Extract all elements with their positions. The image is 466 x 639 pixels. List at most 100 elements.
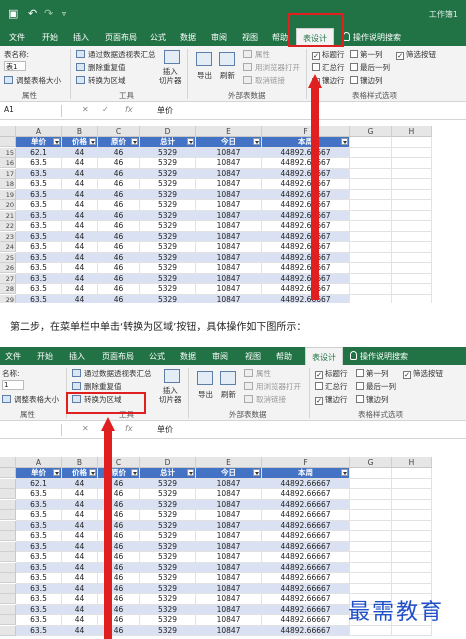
empty-cell[interactable]	[392, 210, 432, 221]
open-in-browser-button[interactable]: 用浏览器打开	[243, 62, 300, 73]
table-cell[interactable]: 44	[62, 489, 98, 500]
table-cell[interactable]: 44892.66667	[262, 520, 350, 531]
empty-cell[interactable]	[392, 552, 432, 563]
table-cell[interactable]: 46	[98, 200, 140, 211]
table-cell[interactable]: 5329	[140, 510, 196, 521]
empty-cell[interactable]	[350, 562, 392, 573]
table-name-input[interactable]: 1	[2, 380, 24, 390]
table-cell[interactable]: 44	[62, 168, 98, 179]
total-row-checkbox[interactable]: 汇总行	[315, 381, 348, 392]
table-cell[interactable]: 44892.66667	[262, 489, 350, 500]
table-header-cell[interactable]: 价格	[62, 468, 98, 479]
empty-cell[interactable]	[350, 189, 392, 200]
row-header[interactable]	[0, 625, 16, 636]
table-cell[interactable]: 62.1	[16, 478, 62, 489]
table-cell[interactable]: 44	[62, 221, 98, 232]
table-cell[interactable]: 5329	[140, 594, 196, 605]
insert-slicer-button[interactable]: 插入 切片器	[159, 67, 182, 85]
table-cell[interactable]: 63.5	[16, 510, 62, 521]
empty-cell[interactable]	[350, 284, 392, 295]
table-cell[interactable]: 63.5	[16, 541, 62, 552]
empty-cell[interactable]	[392, 189, 432, 200]
column-header[interactable]: C	[98, 126, 140, 137]
row-header[interactable]: 29	[0, 294, 16, 303]
empty-cell[interactable]	[350, 242, 392, 253]
table-cell[interactable]: 46	[98, 263, 140, 274]
table-cell[interactable]: 5329	[140, 147, 196, 158]
empty-cell[interactable]	[392, 231, 432, 242]
table-cell[interactable]: 44	[62, 604, 98, 615]
table-cell[interactable]: 44	[62, 179, 98, 190]
empty-cell[interactable]	[392, 531, 432, 542]
tab-home[interactable]: 开始	[37, 351, 53, 362]
table-cell[interactable]: 44	[62, 210, 98, 221]
tab-data[interactable]: 数据	[180, 32, 196, 43]
column-header[interactable]: H	[392, 457, 432, 468]
empty-cell[interactable]	[350, 231, 392, 242]
table-cell[interactable]: 63.5	[16, 531, 62, 542]
name-box[interactable]	[0, 424, 62, 436]
table-cell[interactable]: 44	[62, 284, 98, 295]
filter-dropdown-icon[interactable]	[131, 138, 138, 145]
table-cell[interactable]: 63.5	[16, 284, 62, 295]
worksheet-grid[interactable]: A B C D E F G H 单价 价格 原价 总计 今日 本周 15 62.1 44 46 5329 10847 4…	[0, 126, 466, 303]
insert-slicer-button[interactable]: 插入 切片器	[159, 386, 182, 404]
column-header[interactable]: A	[16, 126, 62, 137]
refresh-button[interactable]: 刷新	[220, 70, 235, 81]
row-header[interactable]	[0, 520, 16, 531]
table-cell[interactable]: 5329	[140, 489, 196, 500]
table-header-cell[interactable]: 今日	[196, 137, 262, 148]
formula-value[interactable]: 单价	[157, 424, 173, 435]
table-cell[interactable]: 63.5	[16, 168, 62, 179]
row-header[interactable]: 22	[0, 221, 16, 231]
table-cell[interactable]: 5329	[140, 531, 196, 542]
column-header[interactable]: B	[62, 457, 98, 468]
export-button[interactable]: 导出	[197, 70, 212, 81]
column-header[interactable]: E	[196, 126, 262, 137]
table-cell[interactable]: 44892.66667	[262, 263, 350, 274]
empty-cell[interactable]	[350, 583, 392, 594]
table-cell[interactable]: 10847	[196, 531, 262, 542]
table-cell[interactable]: 44892.66667	[262, 510, 350, 521]
table-cell[interactable]: 44	[62, 147, 98, 158]
table-cell[interactable]: 44892.66667	[262, 531, 350, 542]
table-cell[interactable]: 44892.66667	[262, 573, 350, 584]
empty-cell[interactable]	[350, 510, 392, 521]
empty-cell[interactable]	[392, 625, 432, 636]
table-cell[interactable]: 44892.66667	[262, 189, 350, 200]
table-cell[interactable]: 5329	[140, 541, 196, 552]
row-header[interactable]	[0, 137, 16, 147]
table-header-cell[interactable]: 原价	[98, 137, 140, 148]
table-cell[interactable]: 63.5	[16, 615, 62, 626]
table-header-cell[interactable]: 价格	[62, 137, 98, 148]
table-cell[interactable]: 10847	[196, 158, 262, 169]
table-cell[interactable]: 44	[62, 552, 98, 563]
table-cell[interactable]: 10847	[196, 147, 262, 158]
table-header-cell[interactable]: 本周	[262, 137, 350, 148]
table-cell[interactable]: 46	[98, 252, 140, 263]
table-cell[interactable]: 5329	[140, 252, 196, 263]
tell-me-search[interactable]: 操作说明搜索	[343, 32, 401, 43]
table-cell[interactable]: 63.5	[16, 179, 62, 190]
tab-formulas[interactable]: 公式	[150, 32, 166, 43]
table-cell[interactable]: 10847	[196, 231, 262, 242]
empty-cell[interactable]	[350, 147, 392, 158]
empty-cell[interactable]	[350, 541, 392, 552]
empty-cell[interactable]	[350, 273, 392, 284]
column-header[interactable]: D	[140, 126, 196, 137]
table-cell[interactable]: 44	[62, 263, 98, 274]
row-header[interactable]	[0, 541, 16, 552]
banded-columns-checkbox[interactable]: 镶边列	[356, 394, 389, 405]
table-cell[interactable]: 10847	[196, 625, 262, 636]
table-cell[interactable]: 5329	[140, 200, 196, 211]
table-cell[interactable]: 10847	[196, 573, 262, 584]
column-header[interactable]: A	[16, 457, 62, 468]
table-cell[interactable]: 44892.66667	[262, 242, 350, 253]
table-cell[interactable]: 5329	[140, 179, 196, 190]
table-cell[interactable]: 5329	[140, 210, 196, 221]
table-cell[interactable]: 5329	[140, 615, 196, 626]
table-cell[interactable]: 46	[98, 231, 140, 242]
table-cell[interactable]: 44	[62, 231, 98, 242]
remove-duplicates-button[interactable]: 删除重复值	[76, 62, 126, 73]
table-cell[interactable]: 5329	[140, 231, 196, 242]
